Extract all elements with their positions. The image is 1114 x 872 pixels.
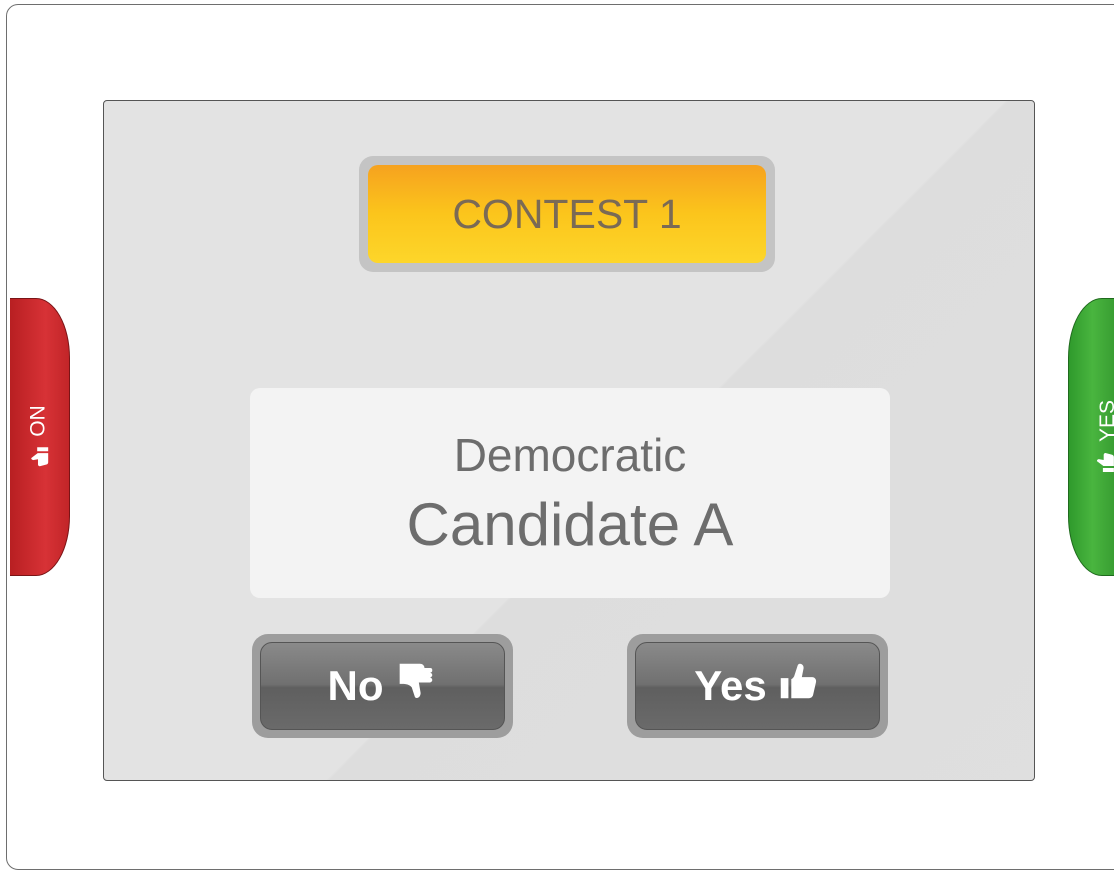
candidate-name: Candidate A: [406, 490, 734, 558]
yes-button-frame: Yes: [627, 634, 888, 738]
thumbs-up-icon: [775, 658, 821, 714]
side-yes-content: YES: [1092, 400, 1114, 474]
thumbs-down-icon: [392, 658, 438, 714]
thumbs-up-icon: [1092, 450, 1114, 474]
side-no-label: NO: [24, 405, 48, 437]
contest-header: CONTEST 1: [359, 156, 775, 272]
ballot-screen: CONTEST 1 Democratic Candidate A No Yes: [103, 100, 1035, 781]
no-button[interactable]: No: [260, 642, 505, 730]
side-yes-label: YES: [1095, 399, 1114, 443]
no-button-label: No: [327, 662, 384, 709]
no-button-frame: No: [252, 634, 513, 738]
side-no-button[interactable]: NO: [10, 298, 70, 576]
candidate-party: Democratic: [453, 428, 687, 481]
thumbs-down-icon: [21, 445, 51, 469]
candidate-card: Democratic Candidate A: [250, 388, 890, 598]
contest-title: CONTEST 1: [368, 165, 766, 263]
yes-button[interactable]: Yes: [635, 642, 880, 730]
side-no-content: NO: [21, 405, 51, 469]
yes-button-label: Yes: [694, 662, 767, 709]
side-yes-button[interactable]: YES: [1068, 298, 1114, 576]
